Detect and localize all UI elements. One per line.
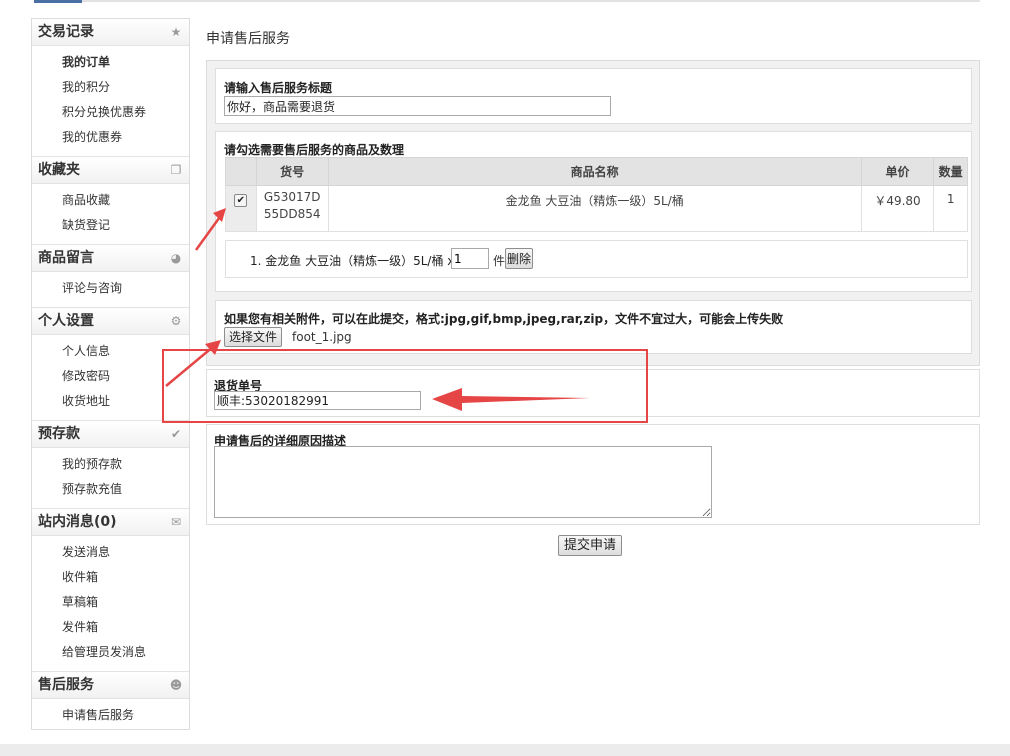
sidebar-section-title-text: 预存款: [38, 426, 80, 442]
star-icon: ★: [170, 25, 182, 39]
sidebar-section-title: 交易记录 ★: [32, 19, 189, 46]
sidebar-section-title-text: 个人设置: [38, 313, 94, 329]
sidebar-section: 售后服务 ☻ 申请售后服务: [32, 671, 189, 734]
sidebar-item[interactable]: 我的订单: [62, 50, 189, 75]
sidebar-items: 我的订单 我的积分 积分兑换优惠券 我的优惠券: [32, 46, 189, 156]
sidebar-item[interactable]: 草稿箱: [62, 590, 189, 615]
user-icon: ☻: [169, 678, 183, 692]
delete-button[interactable]: 删除: [505, 248, 534, 269]
goods-label: 请勾选需要售后服务的商品及数理: [224, 143, 405, 157]
sidebar-item[interactable]: 收件箱: [62, 565, 189, 590]
cart-line-text: 1. 金龙鱼 大豆油（精炼一级）5L/桶 x: [250, 254, 455, 268]
submit-button[interactable]: 提交申请: [558, 535, 623, 556]
sidebar-item[interactable]: 预存款充值: [62, 477, 189, 502]
chat-bubble-icon: ◕: [170, 251, 182, 265]
sidebar-section-title-text: 交易记录: [38, 24, 94, 40]
goods-row-sku-text: G53017D55DD854: [263, 190, 321, 221]
goods-row-qty: 1: [933, 185, 968, 232]
sidebar-item[interactable]: 商品收藏: [62, 188, 189, 213]
sidebar-item[interactable]: 发送消息: [62, 540, 189, 565]
goods-header-check: [225, 157, 257, 186]
reason-box: 申请售后的详细原因描述: [206, 424, 980, 525]
sidebar-section-title-text: 站内消息(0): [38, 514, 117, 530]
sidebar-items: 发送消息 收件箱 草稿箱 发件箱 给管理员发消息: [32, 536, 189, 671]
goods-table: 货号 商品名称 单价 数量 ✔ G53017D55DD854 金龙鱼 大豆油（精…: [225, 157, 968, 232]
sidebar-item[interactable]: 申请售后服务: [62, 703, 189, 728]
sidebar-section-title-text: 收藏夹: [38, 162, 80, 178]
sidebar-item[interactable]: 发件箱: [62, 615, 189, 640]
sidebar-item[interactable]: 我的预存款: [62, 452, 189, 477]
sidebar-items: 我的预存款 预存款充值: [32, 448, 189, 508]
attachment-box: 如果您有相关附件，可以在此提交，格式:jpg,gif,bmp,jpeg,rar,…: [215, 300, 972, 354]
sidebar-item[interactable]: 评论与咨询: [62, 276, 189, 301]
shield-check-icon: ✔: [170, 427, 182, 441]
stack-icon: ❐: [170, 163, 182, 177]
sidebar-items: 评论与咨询: [32, 272, 189, 307]
goods-header-price: 单价: [860, 157, 935, 186]
sidebar-item[interactable]: 积分兑换优惠券: [62, 100, 189, 125]
sidebar-section-title: 个人设置 ⚙: [32, 307, 189, 335]
sidebar-section: 收藏夹 ❐ 商品收藏 缺货登记: [32, 156, 189, 244]
sidebar-item[interactable]: 我的优惠券: [62, 125, 189, 150]
sidebar: 交易记录 ★ 我的订单 我的积分 积分兑换优惠券 我的优惠券 收藏夹 ❐ 商品收藏 缺货登记 商品留…: [31, 18, 190, 730]
sidebar-items: 申请售后服务: [32, 699, 189, 734]
sidebar-section: 预存款 ✔ 我的预存款 预存款充值: [32, 420, 189, 508]
choose-file-button[interactable]: 选择文件: [224, 327, 283, 347]
sidebar-item[interactable]: 收货地址: [62, 389, 189, 414]
table-row: ✔ G53017D55DD854 金龙鱼 大豆油（精炼一级）5L/桶 ￥49.8…: [225, 185, 968, 232]
page-title: 申请售后服务: [206, 31, 290, 47]
sidebar-item[interactable]: 我的积分: [62, 75, 189, 100]
sidebar-item[interactable]: 修改密码: [62, 364, 189, 389]
attachment-label: 如果您有相关附件，可以在此提交，格式:jpg,gif,bmp,jpeg,rar,…: [224, 312, 784, 326]
sidebar-section-title-text: 售后服务: [38, 677, 94, 693]
sidebar-section: 商品留言 ◕ 评论与咨询: [32, 244, 189, 307]
top-divider: [82, 0, 980, 2]
goods-row-checkbox[interactable]: ✔: [234, 194, 248, 207]
attachment-filename: foot_1.jpg: [292, 330, 352, 344]
goods-box: 请勾选需要售后服务的商品及数理 货号 商品名称 单价 数量 ✔ G53017D5…: [215, 131, 972, 292]
cart-line-row: 1. 金龙鱼 大豆油（精炼一级）5L/桶 x 件 删除: [225, 240, 968, 278]
return-number-box: 退货单号: [206, 369, 980, 417]
sidebar-section-title: 站内消息(0) ✉: [32, 508, 189, 536]
service-title-box: 请输入售后服务标题: [215, 68, 972, 124]
sidebar-section: 站内消息(0) ✉ 发送消息 收件箱 草稿箱 发件箱 给管理员发消息: [32, 508, 189, 671]
goods-row-name: 金龙鱼 大豆油（精炼一级）5L/桶: [327, 185, 862, 232]
return-number-input[interactable]: [214, 391, 421, 410]
goods-header-name: 商品名称: [327, 157, 862, 186]
sidebar-section: 交易记录 ★ 我的订单 我的积分 积分兑换优惠券 我的优惠券: [32, 19, 189, 156]
quantity-unit: 件: [493, 254, 506, 268]
goods-row-price: ￥49.80: [860, 185, 935, 232]
sidebar-section-title: 收藏夹 ❐: [32, 156, 189, 184]
quantity-input[interactable]: [451, 248, 489, 269]
service-title-input[interactable]: [224, 96, 611, 116]
goods-row-sku: G53017D55DD854: [255, 185, 329, 232]
sidebar-items: 个人信息 修改密码 收货地址: [32, 335, 189, 420]
sidebar-item[interactable]: 给管理员发消息: [62, 640, 189, 665]
top-tab-fragment: [34, 0, 82, 3]
gear-icon: ⚙: [170, 314, 182, 328]
service-form-panel: 请输入售后服务标题 请勾选需要售后服务的商品及数理 货号 商品名称 单价 数量 …: [206, 60, 980, 366]
sidebar-section-title: 售后服务 ☻: [32, 671, 189, 699]
sidebar-section-title: 预存款 ✔: [32, 420, 189, 448]
goods-header-qty: 数量: [933, 157, 968, 186]
sidebar-item[interactable]: 个人信息: [62, 339, 189, 364]
envelope-icon: ✉: [170, 515, 182, 529]
footer-band: [0, 744, 1010, 756]
sidebar-items: 商品收藏 缺货登记: [32, 184, 189, 244]
reason-textarea[interactable]: [214, 446, 712, 518]
sidebar-section-title-text: 商品留言: [38, 250, 94, 266]
service-title-label: 请输入售后服务标题: [224, 81, 333, 95]
sidebar-section-title: 商品留言 ◕: [32, 244, 189, 272]
sidebar-section: 个人设置 ⚙ 个人信息 修改密码 收货地址: [32, 307, 189, 420]
goods-header-sku: 货号: [255, 157, 329, 186]
sidebar-item[interactable]: 缺货登记: [62, 213, 189, 238]
goods-row-check-cell: ✔: [225, 185, 257, 232]
